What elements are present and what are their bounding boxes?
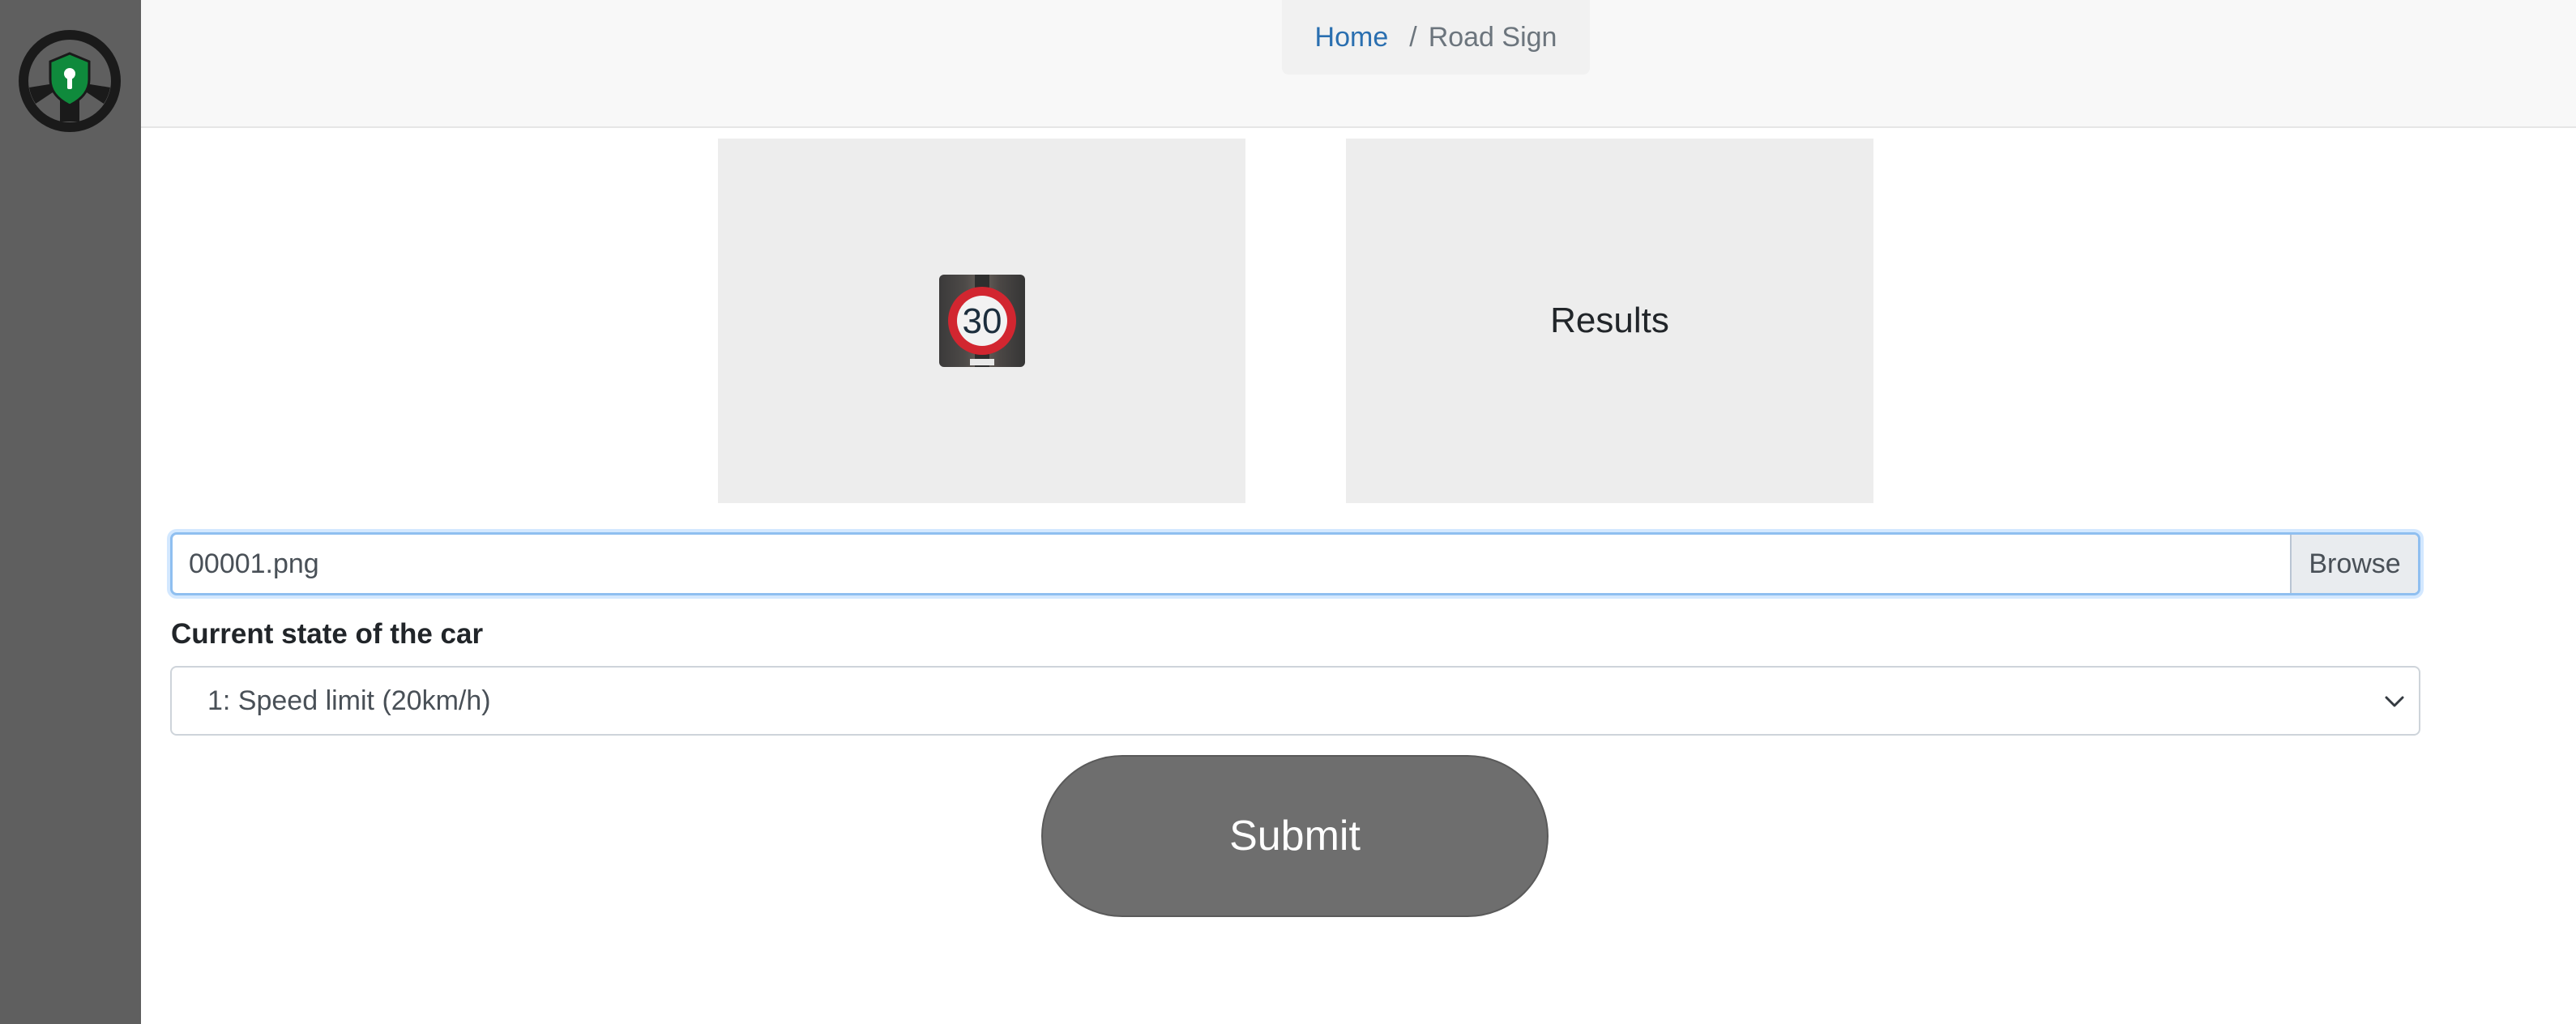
sidebar: [0, 0, 141, 1024]
steering-wheel-logo-icon[interactable]: [18, 29, 122, 133]
results-panel: Results: [1346, 139, 1873, 503]
car-state-selected-value: 1: Speed limit (20km/h): [207, 685, 491, 716]
breadcrumb-separator: /: [1409, 21, 1417, 53]
road-sign-number: 30: [962, 301, 1002, 341]
submit-button[interactable]: Submit: [1041, 755, 1549, 917]
chevron-down-icon: [2385, 696, 2404, 707]
car-state-label: Current state of the car: [171, 618, 484, 650]
browse-button[interactable]: Browse: [2290, 535, 2418, 593]
results-label: Results: [1550, 301, 1669, 340]
road-sign-thumbnail: 30: [938, 275, 1025, 367]
breadcrumb: Home / Road Sign: [1282, 0, 1590, 75]
file-input-group[interactable]: 00001.png Browse: [170, 532, 2420, 595]
car-state-select[interactable]: 1: Speed limit (20km/h): [170, 666, 2420, 736]
top-navbar: Home / Road Sign: [141, 0, 2576, 128]
image-preview-panel: 30: [718, 139, 1245, 503]
file-name-field[interactable]: 00001.png: [173, 535, 2290, 593]
breadcrumb-current: Road Sign: [1428, 21, 1557, 53]
breadcrumb-home-link[interactable]: Home: [1315, 22, 1389, 53]
